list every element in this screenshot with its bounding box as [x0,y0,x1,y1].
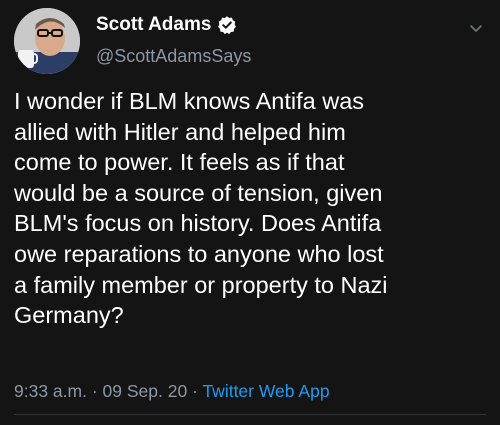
tweet-time[interactable]: 9:33 a.m. [14,381,87,401]
source-app-link[interactable]: Twitter Web App [202,381,329,401]
name-row: Scott Adams [96,14,237,36]
tweet-date[interactable]: 09 Sep. 20 [103,381,188,401]
avatar[interactable] [14,8,80,74]
tweet-card: Scott Adams @ScottAdamsSays I wonder if … [0,0,500,425]
user-handle[interactable]: @ScottAdamsSays [96,45,251,67]
divider [14,414,486,415]
verified-badge-icon [217,15,237,35]
tweet-text: I wonder if BLM knows Antifa was allied … [14,88,388,329]
chevron-down-icon[interactable] [468,20,484,36]
avatar-image [14,8,80,74]
meta-separator: · [91,381,98,401]
display-name[interactable]: Scott Adams [96,14,211,36]
tweet-meta: 9:33 a.m. · 09 Sep. 20 · Twitter Web App [14,380,330,402]
meta-separator: · [192,381,198,401]
